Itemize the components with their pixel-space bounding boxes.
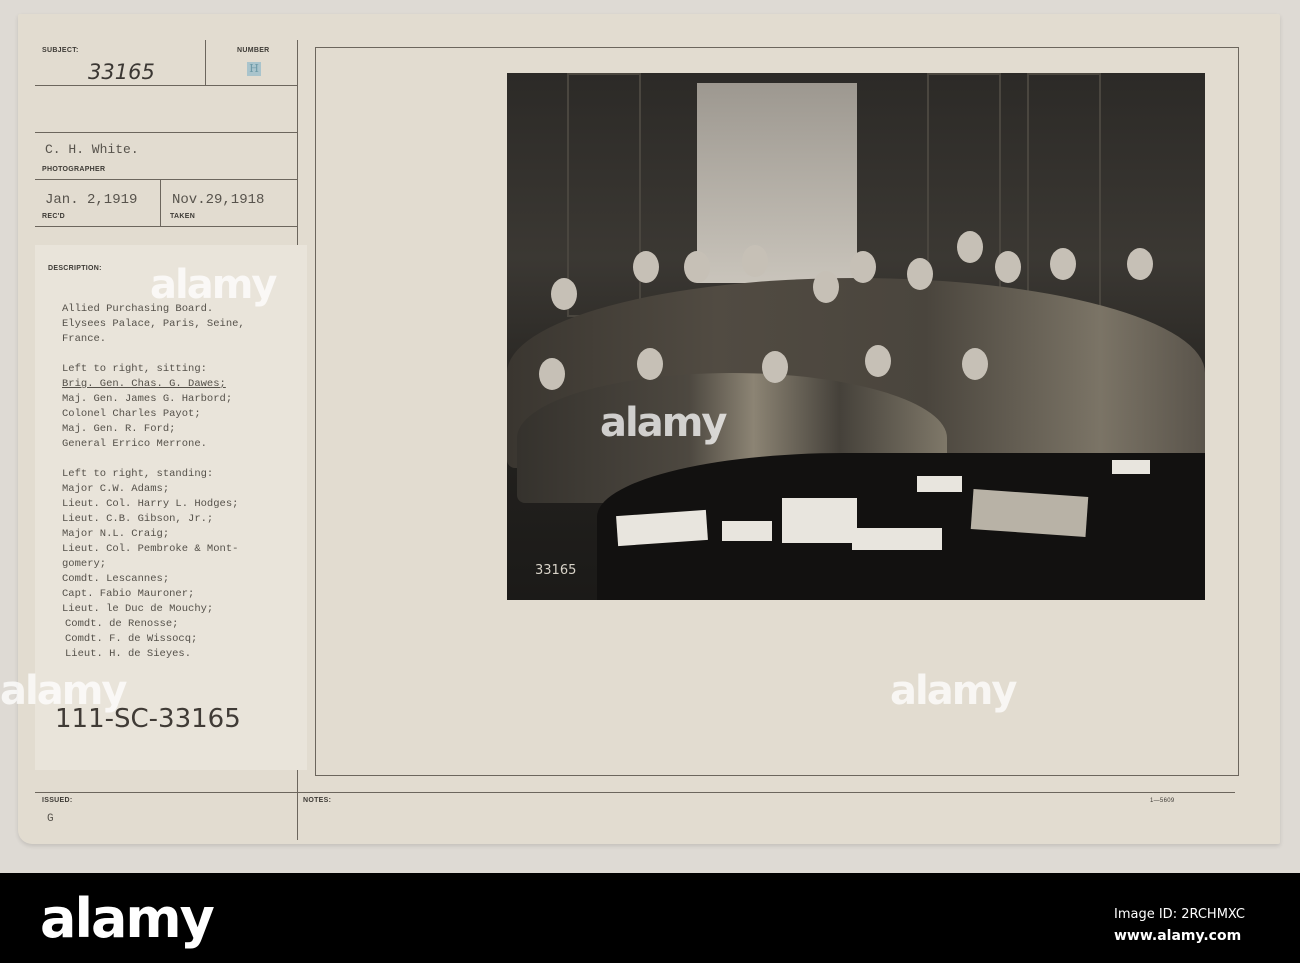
watermark: alamy <box>150 262 277 308</box>
divider <box>35 85 298 86</box>
photographer-label: PHOTOGRAPHER <box>42 166 106 173</box>
notes-label: NOTES: <box>303 797 332 804</box>
papers <box>1112 460 1150 474</box>
description-line: Brig. Gen. Chas. G. Dawes; <box>62 378 226 390</box>
papers <box>852 528 942 550</box>
image-id: Image ID: 2RCHMXC <box>1114 907 1245 922</box>
description-text: Allied Purchasing Board. Elysees Palace, … <box>62 302 245 662</box>
watermark: alamy <box>890 668 1017 714</box>
head <box>551 278 577 310</box>
negative-number: 33165 <box>535 563 577 578</box>
description-line <box>62 347 245 362</box>
site-url[interactable]: www.alamy.com <box>1114 928 1241 944</box>
head <box>850 251 876 283</box>
papers <box>917 476 962 492</box>
divider <box>160 180 161 226</box>
received-label: REC'D <box>42 213 65 220</box>
head <box>762 351 788 383</box>
description-line: Left to right, sitting: <box>62 363 207 375</box>
watermark: alamy <box>0 668 127 714</box>
group-photograph: 33165 <box>507 73 1205 600</box>
description-line: Major N.L. Craig; <box>62 528 170 540</box>
description-line: Lieut. Col. Harry L. Hodges; <box>62 498 239 510</box>
wall-panel <box>567 73 641 317</box>
subject-label: SUBJECT: <box>42 47 79 54</box>
description-line: Colonel Charles Payot; <box>62 408 201 420</box>
head <box>962 348 988 380</box>
wall-panel <box>1027 73 1101 317</box>
head <box>813 271 839 303</box>
folder <box>970 489 1089 537</box>
stock-footer: alamy Image ID: 2RCHMXC www.alamy.com <box>0 873 1300 963</box>
divider <box>35 226 298 227</box>
description-label: DESCRIPTION: <box>48 265 102 272</box>
head <box>957 231 983 263</box>
issued-label: ISSUED: <box>42 797 73 804</box>
description-line: Lieut. C.B. Gibson, Jr.; <box>62 513 214 525</box>
description-line: Capt. Fabio Mauroner; <box>62 588 195 600</box>
head <box>1050 248 1076 280</box>
head <box>637 348 663 380</box>
head <box>865 345 891 377</box>
notes-divider <box>35 792 1235 793</box>
taken-date: Nov.29,1918 <box>172 192 265 208</box>
received-date: Jan. 2,1919 <box>45 192 138 208</box>
description-line: France. <box>62 333 107 345</box>
description-line: Left to right, standing: <box>62 468 214 480</box>
form-number: 1—5609 <box>1150 798 1175 804</box>
description-line: Comdt. de Renosse; <box>65 618 179 630</box>
description-line <box>62 452 245 467</box>
description-line: Comdt. F. de Wissocq; <box>65 633 198 645</box>
papers <box>616 509 708 547</box>
description-line: Lieut. Col. Pembroke & Mont- <box>62 543 239 555</box>
papers <box>722 521 772 541</box>
photographer-value: C. H. White. <box>45 142 139 157</box>
number-stamp: H <box>247 62 261 76</box>
description-line: Maj. Gen. R. Ford; <box>62 423 176 435</box>
description-line: Major C.W. Adams; <box>62 483 170 495</box>
description-line: Maj. Gen. James G. Harbord; <box>62 393 233 405</box>
head <box>742 245 768 277</box>
head <box>633 251 659 283</box>
watermark: alamy <box>600 400 727 446</box>
divider <box>205 40 206 85</box>
window <box>697 83 857 283</box>
taken-label: TAKEN <box>170 213 196 220</box>
description-line: Elysees Palace, Paris, Seine, <box>62 318 245 330</box>
number-label: NUMBER <box>237 47 270 54</box>
head <box>1127 248 1153 280</box>
description-line: Lieut. le Duc de Mouchy; <box>62 603 214 615</box>
alamy-logo: alamy <box>40 887 215 950</box>
divider <box>35 132 298 133</box>
divider <box>35 179 298 180</box>
head <box>684 251 710 283</box>
head <box>995 251 1021 283</box>
description-line: gomery; <box>62 558 107 570</box>
issued-value: G <box>47 813 54 825</box>
description-line: Comdt. Lescannes; <box>62 573 170 585</box>
head <box>907 258 933 290</box>
papers <box>782 498 857 543</box>
description-line: Lieut. H. de Sieyes. <box>65 648 192 660</box>
description-line: General Errico Merrone. <box>62 438 207 450</box>
head <box>539 358 565 390</box>
subject-value: 33165 <box>88 60 155 84</box>
